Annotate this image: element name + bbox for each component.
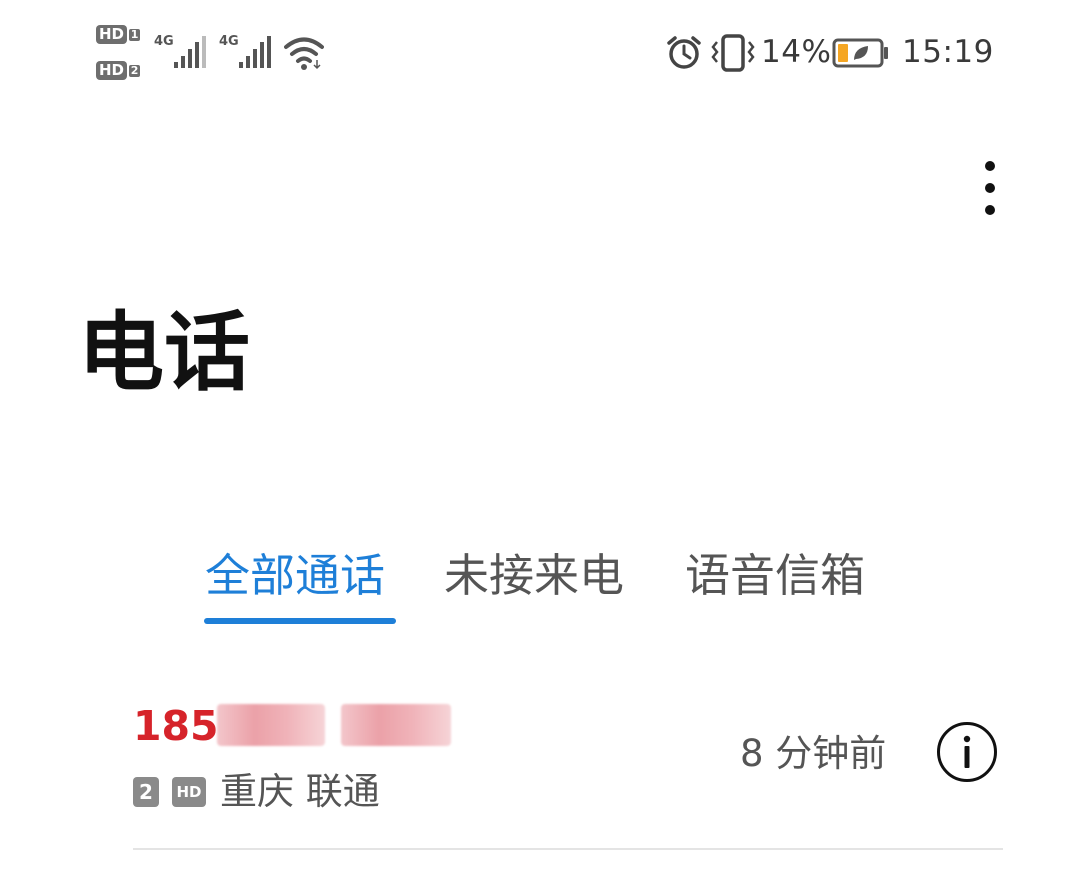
call-time: 8 分钟前 bbox=[740, 732, 887, 775]
redacted-number-part bbox=[217, 704, 325, 746]
sim-badge: 2 bbox=[133, 777, 159, 807]
more-options-button[interactable] bbox=[970, 155, 1010, 221]
alarm-clock-icon bbox=[666, 35, 702, 71]
hd-voice-badge-sim2: HD 2 bbox=[96, 61, 141, 80]
clock-time: 15:19 bbox=[902, 34, 994, 70]
sim-number: 2 bbox=[129, 63, 141, 77]
hd-call-badge: HD bbox=[172, 777, 206, 807]
vibrate-icon bbox=[710, 34, 756, 72]
sim1-signal-icon: 4G bbox=[154, 34, 210, 70]
call-details-button[interactable] bbox=[937, 722, 997, 782]
wifi-icon bbox=[284, 36, 324, 70]
call-filter-tabs: 全部通话 未接来电 语音信箱 bbox=[0, 544, 1079, 634]
more-vertical-icon bbox=[985, 161, 995, 215]
caller-location: 重庆 联通 bbox=[220, 770, 380, 813]
tab-all-calls[interactable]: 全部通话 bbox=[205, 544, 385, 608]
sim2-signal-icon: 4G bbox=[219, 34, 275, 70]
page-title: 电话 bbox=[78, 303, 250, 403]
hd-label: HD bbox=[96, 25, 128, 44]
info-icon bbox=[963, 735, 971, 768]
call-log-item[interactable]: 185 2 HD 重庆 联通 8 分钟前 bbox=[0, 680, 1079, 850]
hd-voice-badge-sim1: HD 1 bbox=[96, 25, 141, 44]
battery-percent: 14% bbox=[761, 34, 832, 70]
redacted-number-part bbox=[341, 704, 451, 746]
sim-number: 1 bbox=[129, 27, 141, 41]
hd-label: HD bbox=[96, 61, 128, 80]
tab-voicemail[interactable]: 语音信箱 bbox=[685, 544, 865, 608]
active-tab-indicator bbox=[204, 618, 396, 624]
tab-missed-calls[interactable]: 未接来电 bbox=[444, 544, 624, 608]
caller-number: 185 bbox=[133, 702, 219, 750]
battery-saver-icon bbox=[832, 38, 890, 68]
list-divider bbox=[133, 848, 1003, 850]
